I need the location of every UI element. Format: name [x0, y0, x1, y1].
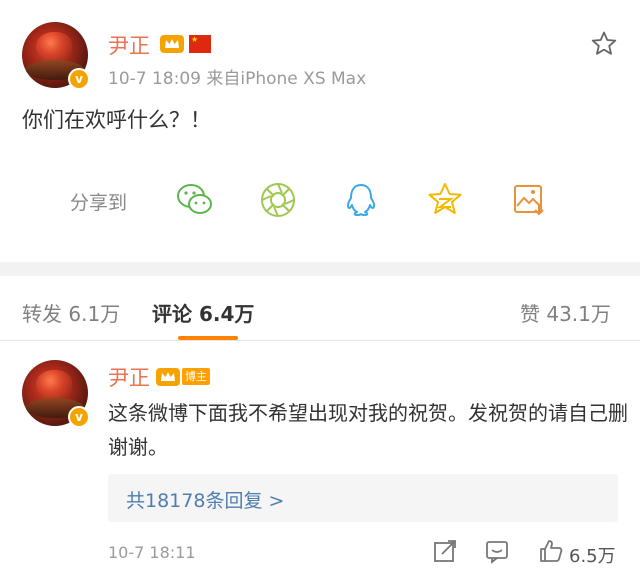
- vip-crown-icon: [160, 35, 184, 53]
- vip-crown-icon: [156, 368, 180, 386]
- post-text: 你们在欢呼什么？！: [22, 108, 211, 132]
- comment-like-count: 6.5万: [569, 546, 616, 567]
- repost-icon[interactable]: [432, 538, 458, 564]
- verified-badge-icon: v: [68, 406, 90, 428]
- tab-like[interactable]: 赞 43.1万: [520, 298, 611, 327]
- comment-time: 10-7 18:11: [108, 543, 196, 562]
- view-replies-link[interactable]: 共18178条回复 >: [126, 486, 284, 513]
- save-image-icon[interactable]: [509, 180, 549, 220]
- like-icon[interactable]: [538, 538, 564, 564]
- verified-badge-icon: v: [68, 68, 90, 90]
- tab-repost[interactable]: 转发 6.1万: [22, 298, 120, 327]
- comment-icon[interactable]: [484, 538, 510, 564]
- comment-author[interactable]: 尹正: [108, 362, 150, 392]
- qzone-icon[interactable]: [425, 180, 465, 220]
- tabs-border: [0, 340, 640, 341]
- replies-box[interactable]: 共18178条回复 >: [108, 474, 618, 522]
- share-label: 分享到: [70, 192, 128, 214]
- qq-icon[interactable]: [341, 180, 381, 220]
- china-flag-icon: ★: [189, 35, 211, 53]
- moments-icon[interactable]: [258, 180, 298, 220]
- tab-comment[interactable]: 评论 6.4万: [152, 298, 254, 327]
- favorite-star-icon[interactable]: [590, 30, 618, 58]
- post-author[interactable]: 尹正: [108, 30, 150, 60]
- blogger-badge: 博主: [182, 368, 210, 385]
- interaction-tabs: 转发 6.1万 评论 6.4万 赞 43.1万: [0, 276, 640, 340]
- section-divider: [0, 262, 640, 276]
- wechat-icon[interactable]: [175, 180, 215, 220]
- post-time-source: 10-7 18:09 来自iPhone XS Max: [108, 69, 367, 89]
- comment-text: 这条微博下面我不希望出现对我的祝贺。发祝贺的请自己删谢谢。: [108, 401, 628, 459]
- avatar[interactable]: v: [22, 22, 90, 90]
- comment-avatar[interactable]: v: [22, 360, 90, 428]
